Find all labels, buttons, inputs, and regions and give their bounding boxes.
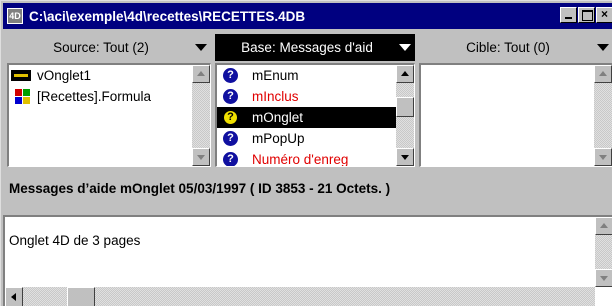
help-icon: ? [223,152,238,166]
base-dropdown-label: Base: Messages d'aid [241,40,373,55]
base-scrollbar[interactable] [396,65,414,166]
source-scrollbar[interactable] [192,65,210,166]
source-list[interactable]: vOnglet1 [Recettes].Formula [7,63,211,167]
source-dropdown-label: Source: Tout (2) [53,40,149,55]
help-icon: ? [223,110,238,125]
window-title: C:\aci\exemple\4d\recettes\RECETTES.4DB [29,8,306,24]
chevron-down-icon [399,44,411,51]
scroll-up-button[interactable] [594,65,612,83]
application-window: 4D C:\aci\exemple\4d\recettes\RECETTES.4… [0,0,612,306]
scroll-left-button[interactable] [5,287,23,306]
scroll-down-button[interactable] [396,148,414,166]
list-item-label: vOnglet1 [37,68,92,83]
maximize-button[interactable] [578,7,595,23]
title-bar[interactable]: 4D C:\aci\exemple\4d\recettes\RECETTES.4… [3,3,612,29]
list-item[interactable]: ? Numéro d'enreg [217,149,396,166]
cible-dropdown[interactable]: Cible: Tout (0) [419,34,612,61]
info-status-line: Messages d’aide mOnglet 05/03/1997 ( ID … [9,180,391,196]
list-item-label: [Recettes].Formula [37,89,152,104]
list-item-label: mPopUp [252,131,305,146]
list-item[interactable]: vOnglet1 [9,65,192,86]
source-list-rows: vOnglet1 [Recettes].Formula [9,65,192,166]
source-dropdown[interactable]: Source: Tout (2) [7,34,211,61]
scroll-thumb[interactable] [67,287,95,306]
scroll-up-button[interactable] [192,65,210,83]
help-icon: ? [223,131,238,146]
help-icon: ? [223,68,238,83]
scroll-down-button[interactable] [595,269,612,287]
base-dropdown[interactable]: Base: Messages d'aid [215,34,415,61]
list-item[interactable]: ? mEnum [217,65,396,86]
window-controls: × [559,7,612,23]
list-item-label: mInclus [252,89,299,104]
list-item-label: mEnum [252,68,299,83]
cible-dropdown-label: Cible: Tout (0) [466,40,550,55]
cible-list-rows [421,65,594,166]
comment-text: Onglet 4D de 3 pages [9,233,141,248]
4d-app-icon[interactable]: 4D [7,8,23,24]
list-item[interactable]: ? mPopUp [217,128,396,149]
comment-horizontal-scrollbar[interactable] [5,287,595,306]
cible-list[interactable] [419,63,612,167]
form-icon [15,88,31,105]
list-item[interactable]: [Recettes].Formula [9,86,192,107]
list-item-label: Numéro d'enreg [252,152,349,166]
scroll-up-button[interactable] [595,217,612,235]
list-item-selected[interactable]: ? mOnglet [217,107,396,128]
base-list[interactable]: ? mEnum ? mInclus ? mOnglet ? mPopUp ? N… [215,63,415,167]
base-list-rows: ? mEnum ? mInclus ? mOnglet ? mPopUp ? N… [217,65,396,166]
minimize-button[interactable] [560,7,577,23]
list-item-label: mOnglet [252,110,304,125]
close-button[interactable]: × [596,7,612,23]
chevron-down-icon [195,44,207,51]
comment-vertical-scrollbar[interactable] [595,217,612,287]
scroll-thumb[interactable] [396,97,414,117]
chevron-down-icon [597,44,609,51]
variable-icon [11,70,31,81]
comment-textarea[interactable]: Onglet 4D de 3 pages [3,215,612,306]
scroll-up-button[interactable] [396,65,414,83]
scroll-down-button[interactable] [192,148,210,166]
cible-scrollbar[interactable] [594,65,612,166]
scroll-down-button[interactable] [594,148,612,166]
list-item[interactable]: ? mInclus [217,86,396,107]
help-icon: ? [223,89,238,104]
